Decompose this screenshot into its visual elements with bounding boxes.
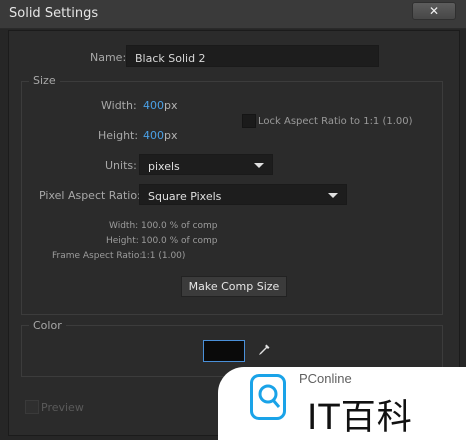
watermark: PConline IT百科 [218,367,466,440]
info-frame-aspect-value: 1:1 (1.00) [141,251,186,261]
width-value[interactable]: 400 [143,99,164,112]
info-width-label: Width: [109,221,139,231]
chevron-down-icon [254,163,264,168]
pixel-aspect-ratio-value: Square Pixels [148,190,222,203]
chevron-down-icon [328,193,338,198]
pixel-aspect-ratio-dropdown[interactable]: Square Pixels [139,184,347,205]
width-label: Width: [101,99,137,112]
watermark-text: IT百科 [307,398,413,438]
units-label: Units: [105,159,137,172]
window-title: Solid Settings [9,6,99,21]
color-legend: Color [29,319,66,332]
units-dropdown[interactable]: pixels [139,154,273,175]
height-label: Height: [98,129,139,142]
lock-aspect-label: Lock Aspect Ratio to 1:1 (1.00) [258,116,413,127]
info-height-label: Height: [106,236,139,246]
make-comp-size-button[interactable]: Make Comp Size [181,276,287,297]
height-unit: px [164,129,178,142]
name-input[interactable]: Black Solid 2 [126,45,379,67]
eyedropper-icon[interactable] [257,343,271,357]
pixel-aspect-ratio-label: Pixel Aspect Ratio: [39,189,141,202]
close-icon: ✕ [428,4,440,18]
height-value[interactable]: 400 [143,129,164,142]
width-unit: px [164,99,178,112]
info-width-value: 100.0 % of comp [141,221,218,231]
info-height-value: 100.0 % of comp [141,236,218,246]
color-swatch[interactable] [203,340,245,362]
lock-aspect-checkbox[interactable] [242,114,256,128]
info-frame-aspect-label: Frame Aspect Ratio: [52,251,143,261]
solid-settings-dialog: Solid Settings ✕ Name: Black Solid 2 Siz… [0,0,466,440]
units-value: pixels [148,160,180,173]
close-button[interactable]: ✕ [412,2,456,20]
size-legend: Size [29,74,60,87]
preview-label: Preview [41,401,84,414]
title-bar: Solid Settings ✕ [0,0,466,29]
pconline-logo-icon [250,374,286,420]
preview-checkbox[interactable] [25,400,39,414]
name-label: Name: [90,51,127,64]
watermark-brand: PConline [299,371,352,386]
